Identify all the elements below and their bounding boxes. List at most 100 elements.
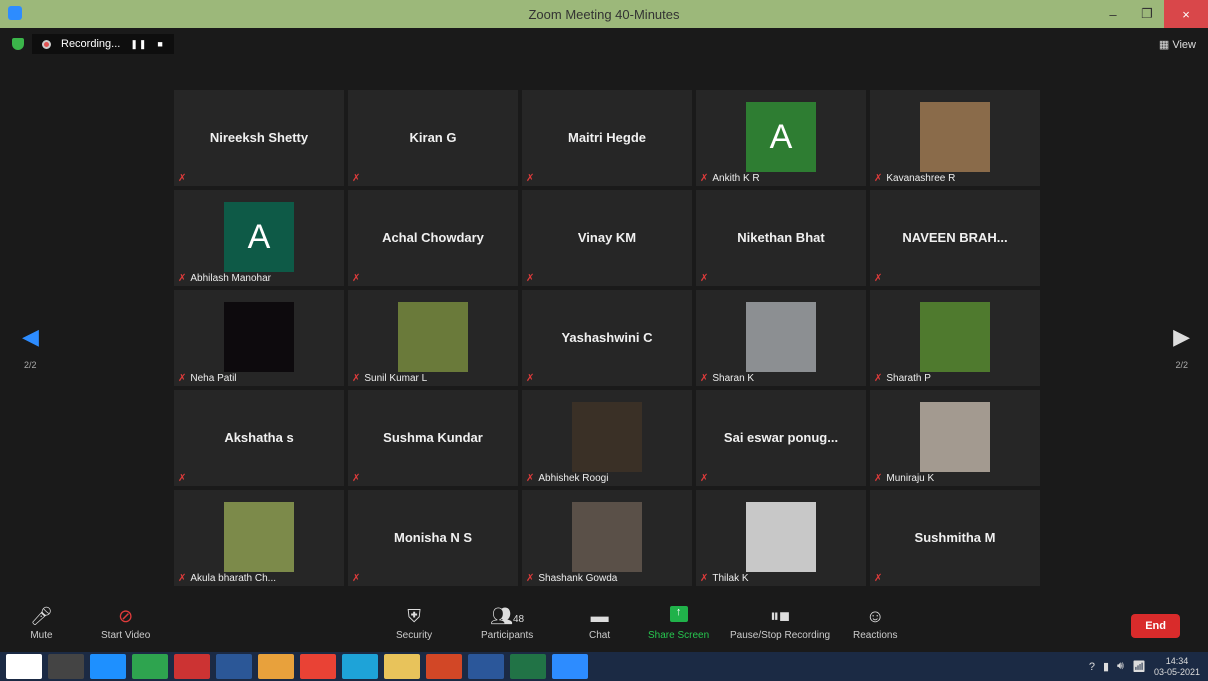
system-tray: ? ▮ 🔊︎ 📶︎ 14:34 03-05-2021 — [1089, 652, 1200, 681]
view-button[interactable]: ▦ View — [1159, 38, 1196, 51]
participant-label-text: Sharath P — [886, 373, 931, 384]
start-icon[interactable] — [6, 654, 42, 679]
meeting-area: Recording... ❚❚ ■ ▦ View ◀ 2/2 ▶ 2/2 Nir… — [0, 28, 1208, 600]
restore-button[interactable]: ❐ — [1130, 0, 1164, 28]
next-page-icon[interactable]: ▶ — [1173, 324, 1190, 350]
participant-tile[interactable]: Nikethan Bhat ✗ — [696, 190, 866, 286]
participant-tile[interactable]: Achal Chowdary ✗ — [348, 190, 518, 286]
participant-tile[interactable]: Sai eswar ponug... ✗ — [696, 390, 866, 486]
participant-tile[interactable]: Sushma Kundar ✗ — [348, 390, 518, 486]
participant-tile[interactable]: ✗ Shashank Gowda — [522, 490, 692, 586]
muted-mic-icon: ✗ — [700, 273, 709, 284]
meeting-toolbar: 🎤︎ Mute ⊘ Start Video ⛨ Security 👥︎48 Pa… — [0, 600, 1208, 652]
pause-stop-recording-button[interactable]: ⏸■ Pause/Stop Recording — [730, 606, 830, 641]
muted-mic-icon: ✗ — [874, 573, 883, 584]
chat-button[interactable]: ▬ Chat — [589, 606, 610, 641]
zoom-icon[interactable] — [552, 654, 588, 679]
outlook-icon[interactable] — [258, 654, 294, 679]
participant-tile[interactable]: Kiran G ✗ — [348, 90, 518, 186]
participant-tile[interactable]: A ✗ Ankith K R — [696, 90, 866, 186]
participant-tile[interactable]: ✗ Akula bharath Ch... — [174, 490, 344, 586]
minimize-button[interactable]: – — [1096, 0, 1130, 28]
participant-tile[interactable]: ✗ Muniraju K — [870, 390, 1040, 486]
muted-mic-icon: ✗ — [352, 373, 361, 384]
muted-mic-icon: ✗ — [352, 173, 361, 184]
chrome-icon[interactable] — [300, 654, 336, 679]
muted-mic-icon: ✗ — [700, 473, 709, 484]
recording-indicator: Recording... ❚❚ ■ — [32, 34, 174, 54]
participant-tile[interactable]: Maitri Hegde ✗ — [522, 90, 692, 186]
start-video-button[interactable]: ⊘ Start Video — [101, 606, 150, 641]
muted-mic-icon: ✗ — [526, 173, 535, 184]
participant-tile[interactable]: Vinay KM ✗ — [522, 190, 692, 286]
obs-icon[interactable] — [48, 654, 84, 679]
powerpoint-icon[interactable] — [426, 654, 462, 679]
muted-mic-icon: ✗ — [352, 573, 361, 584]
sway-icon[interactable] — [216, 654, 252, 679]
end-meeting-button[interactable]: End — [1131, 614, 1180, 638]
network-icon[interactable]: 📶︎ — [1132, 660, 1146, 673]
participant-video — [920, 302, 990, 372]
clock[interactable]: 14:34 03-05-2021 — [1154, 656, 1200, 678]
participant-tile[interactable]: Akshatha s ✗ — [174, 390, 344, 486]
help-icon[interactable]: ? — [1089, 661, 1095, 673]
participant-tile[interactable]: Sushmitha M ✗ — [870, 490, 1040, 586]
participant-label: ✗ — [178, 473, 186, 484]
muted-mic-icon: ✗ — [700, 173, 709, 184]
participant-name: Monisha N S — [393, 530, 472, 545]
participant-label: ✗ Shashank Gowda — [526, 573, 617, 584]
title-bar: Zoom Meeting 40-Minutes – ❐ × — [0, 0, 1208, 28]
store-icon[interactable] — [132, 654, 168, 679]
participant-label: ✗ — [352, 173, 360, 184]
participant-tile[interactable]: ✗ Abhishek Roogi — [522, 390, 692, 486]
participant-tile[interactable]: ✗ Thilak K — [696, 490, 866, 586]
participant-tile[interactable]: ✗ Sharan K — [696, 290, 866, 386]
shield-icon[interactable] — [12, 38, 24, 50]
battery-icon[interactable]: ▮ — [1103, 660, 1109, 673]
share-screen-button[interactable]: ↑ Share Screen — [648, 606, 709, 641]
pause-recording-icon[interactable]: ❚❚ — [130, 39, 147, 50]
explorer-icon[interactable] — [384, 654, 420, 679]
participants-button[interactable]: 👥︎48 Participants — [481, 606, 533, 641]
paint-icon[interactable] — [174, 654, 210, 679]
participant-tile[interactable]: ✗ Sharath P — [870, 290, 1040, 386]
participant-tile[interactable]: Yashashwini C ✗ — [522, 290, 692, 386]
mute-button[interactable]: 🎤︎ Mute — [30, 606, 53, 641]
pause-stop-icon: ⏸■ — [770, 606, 790, 626]
participant-tile[interactable]: A ✗ Abhilash Manohar — [174, 190, 344, 286]
word-icon[interactable] — [468, 654, 504, 679]
chat-icon: ▬ — [590, 606, 609, 626]
participant-video — [746, 302, 816, 372]
participant-tile[interactable]: ✗ Sunil Kumar L — [348, 290, 518, 386]
participants-count: 48 — [512, 614, 525, 625]
stop-recording-icon[interactable]: ■ — [157, 39, 163, 49]
participant-label: ✗ — [700, 273, 708, 284]
previous-page-icon[interactable]: ◀ — [22, 324, 39, 350]
participant-name: Vinay KM — [577, 230, 637, 245]
edge-icon[interactable] — [342, 654, 378, 679]
participant-tile[interactable]: NAVEEN BRAH... ✗ — [870, 190, 1040, 286]
excel-icon[interactable] — [510, 654, 546, 679]
ie-icon[interactable] — [90, 654, 126, 679]
muted-mic-icon: ✗ — [874, 473, 883, 484]
volume-icon[interactable]: 🔊︎ — [1117, 660, 1124, 673]
muted-mic-icon: ✗ — [874, 173, 883, 184]
participants-icon: 👥︎48 — [490, 606, 525, 626]
muted-mic-icon: ✗ — [352, 473, 361, 484]
participant-video — [224, 502, 294, 572]
participant-tile[interactable]: ✗ Kavanashree R — [870, 90, 1040, 186]
participant-label-text: Ankith K R — [712, 173, 760, 184]
participant-tile[interactable]: Monisha N S ✗ — [348, 490, 518, 586]
participant-tile[interactable]: Nireeksh Shetty ✗ — [174, 90, 344, 186]
muted-mic-icon: ✗ — [526, 473, 535, 484]
participant-video — [572, 402, 642, 472]
participant-label: ✗ — [178, 173, 186, 184]
avatar: A — [224, 202, 294, 272]
page-indicator-left: 2/2 — [24, 360, 37, 370]
close-button[interactable]: × — [1164, 0, 1208, 28]
reactions-button[interactable]: ☺ Reactions — [853, 606, 897, 641]
participant-name: Achal Chowdary — [382, 230, 484, 245]
participant-name: Kiran G — [409, 130, 457, 145]
participant-tile[interactable]: ✗ Neha Patil — [174, 290, 344, 386]
security-button[interactable]: ⛨ Security — [396, 606, 432, 641]
